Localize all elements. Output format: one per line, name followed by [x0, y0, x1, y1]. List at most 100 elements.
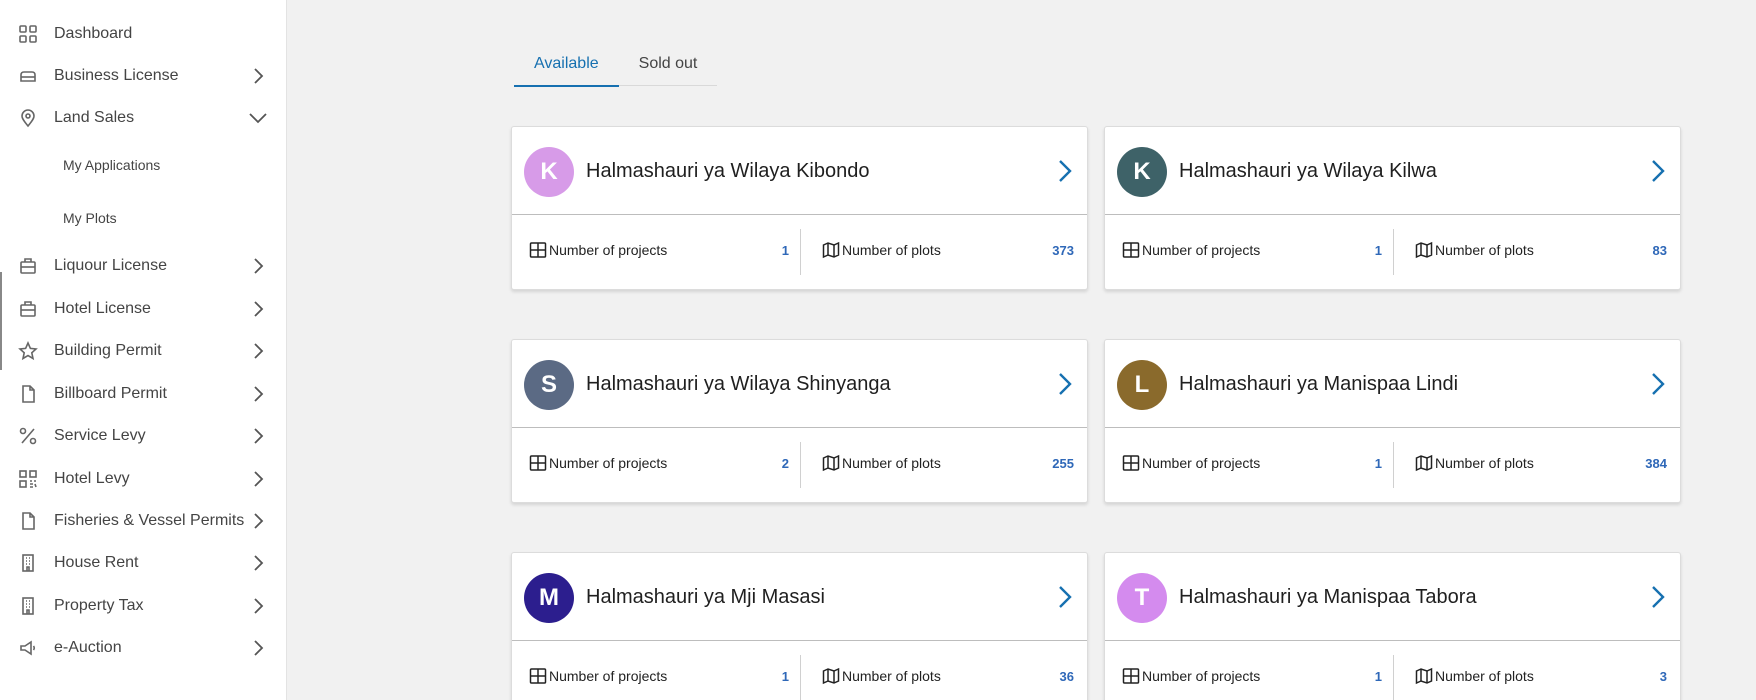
plots-stat: Number of plots 384 [1415, 440, 1667, 486]
avatar: S [524, 360, 574, 410]
chevron-right-icon[interactable] [1646, 371, 1670, 397]
building-icon [17, 552, 39, 574]
chevron-right-icon[interactable] [1053, 371, 1077, 397]
chevron-right-icon [248, 553, 268, 573]
chevron-right-icon [248, 426, 268, 446]
map-icon [822, 667, 840, 685]
chevron-right-icon [248, 638, 268, 658]
map-icon [1415, 454, 1433, 472]
stat-divider [800, 442, 801, 488]
sidebar-item-land-sales[interactable]: Land Sales [0, 98, 287, 138]
stat-divider [800, 229, 801, 275]
briefcase-icon [17, 65, 39, 87]
plots-stat: Number of plots 36 [822, 653, 1074, 699]
chevron-right-icon[interactable] [1646, 158, 1670, 184]
grid-icon [1122, 667, 1140, 685]
sidebar-item-label: Dashboard [54, 25, 133, 42]
sidebar-item-label: Building Permit [54, 342, 162, 359]
card-header: K Halmashauri ya Wilaya Kibondo [512, 127, 1087, 215]
sidebar-item-dashboard[interactable]: Dashboard [0, 14, 287, 54]
plots-label: Number of plots [842, 242, 941, 258]
chevron-down-icon [248, 108, 268, 128]
plots-count: 384 [1645, 455, 1667, 471]
plots-label: Number of plots [842, 455, 941, 471]
sidebar-subitem-my-plots[interactable]: My Plots [0, 198, 287, 238]
sidebar-item-property-tax[interactable]: Property Tax [0, 586, 287, 626]
tab-sold-out[interactable]: Sold out [619, 42, 718, 86]
tab-label: Sold out [638, 55, 698, 72]
chevron-right-icon[interactable] [1053, 158, 1077, 184]
grid-icon [529, 241, 547, 259]
map-icon [1415, 241, 1433, 259]
card-header: T Halmashauri ya Manispaa Tabora [1105, 553, 1680, 641]
sidebar-item-label: House Rent [54, 554, 139, 571]
map-icon [822, 454, 840, 472]
plots-count: 3 [1659, 668, 1667, 684]
avatar: M [524, 573, 574, 623]
sidebar-item-billboard-permit[interactable]: Billboard Permit [0, 374, 287, 414]
projects-label: Number of projects [1142, 242, 1261, 258]
qr-code-icon [17, 468, 39, 490]
chevron-right-icon [248, 299, 268, 319]
sidebar: Dashboard Business License Land Sales My… [0, 0, 287, 700]
grid-icon [1122, 454, 1140, 472]
projects-stat: Number of projects 1 [1122, 440, 1382, 486]
tab-available[interactable]: Available [514, 42, 619, 87]
sidebar-item-label: Fisheries & Vessel Permits [54, 512, 245, 529]
council-card[interactable]: M Halmashauri ya Mji Masasi Number of proj… [511, 552, 1088, 700]
map-icon [822, 241, 840, 259]
star-icon [17, 340, 39, 362]
projects-count: 1 [1374, 242, 1382, 258]
sidebar-item-fisheries-vessel-permits[interactable]: Fisheries & Vessel Permits [0, 501, 287, 541]
stat-divider [1393, 655, 1394, 700]
plots-count: 83 [1652, 242, 1667, 258]
card-header: M Halmashauri ya Mji Masasi [512, 553, 1087, 641]
sidebar-item-hotel-license[interactable]: Hotel License [0, 289, 287, 329]
projects-label: Number of projects [549, 668, 668, 684]
sidebar-item-service-levy[interactable]: Service Levy [0, 416, 287, 456]
projects-stat: Number of projects 1 [529, 227, 789, 273]
sidebar-subitem-label: My Applications [63, 157, 161, 173]
council-card[interactable]: L Halmashauri ya Manispaa Lindi Number of … [1104, 339, 1681, 503]
chevron-right-icon [248, 384, 268, 404]
projects-stat: Number of projects 1 [529, 653, 789, 699]
chevron-right-icon [248, 66, 268, 86]
sidebar-item-business-license[interactable]: Business License [0, 56, 287, 96]
card-title: Halmashauri ya Manispaa Lindi [1179, 373, 1459, 395]
plots-count: 255 [1052, 455, 1074, 471]
stat-divider [1393, 229, 1394, 275]
grid-icon [529, 454, 547, 472]
chevron-right-icon [248, 596, 268, 616]
chevron-right-icon[interactable] [1646, 584, 1670, 610]
sidebar-item-label: e-Auction [54, 639, 122, 656]
sidebar-subitem-my-applications[interactable]: My Applications [0, 145, 287, 185]
sidebar-item-building-permit[interactable]: Building Permit [0, 331, 287, 371]
sidebar-item-e-auction[interactable]: e-Auction [0, 628, 287, 668]
council-card[interactable]: T Halmashauri ya Manispaa Tabora Number of… [1104, 552, 1681, 700]
chevron-right-icon [248, 511, 268, 531]
sidebar-item-liquour-license[interactable]: Liquour License [0, 246, 287, 286]
card-header: L Halmashauri ya Manispaa Lindi [1105, 340, 1680, 428]
grid-icon [1122, 241, 1140, 259]
council-card[interactable]: K Halmashauri ya Wilaya Kilwa Number of pr… [1104, 126, 1681, 290]
briefcase-icon [17, 298, 39, 320]
sidebar-item-label: Service Levy [54, 427, 146, 444]
council-card[interactable]: S Halmashauri ya Wilaya Shinyanga Number o… [511, 339, 1088, 503]
projects-count: 1 [781, 668, 789, 684]
sidebar-item-label: Hotel Levy [54, 470, 130, 487]
chevron-right-icon[interactable] [1053, 584, 1077, 610]
projects-stat: Number of projects 1 [1122, 227, 1382, 273]
sidebar-item-house-rent[interactable]: House Rent [0, 543, 287, 583]
plots-stat: Number of plots 255 [822, 440, 1074, 486]
location-pin-icon [17, 107, 39, 129]
projects-stat: Number of projects 2 [529, 440, 789, 486]
sidebar-item-hotel-levy[interactable]: Hotel Levy [0, 459, 287, 499]
card-title: Halmashauri ya Manispaa Tabora [1179, 586, 1477, 608]
tab-label: Available [534, 55, 599, 72]
projects-count: 1 [1374, 455, 1382, 471]
council-card[interactable]: K Halmashauri ya Wilaya Kibondo Number of … [511, 126, 1088, 290]
card-title: Halmashauri ya Wilaya Kilwa [1179, 160, 1437, 182]
map-icon [1415, 667, 1433, 685]
briefcase-icon [17, 255, 39, 277]
sidebar-subitem-label: My Plots [63, 210, 117, 226]
